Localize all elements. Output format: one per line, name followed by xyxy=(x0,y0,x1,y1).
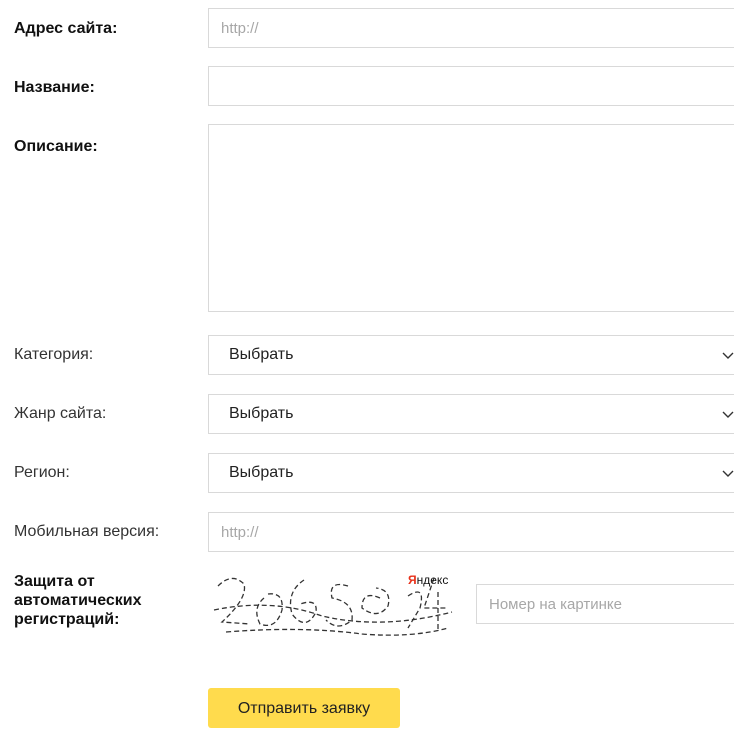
submit-button[interactable]: Отправить заявку xyxy=(208,688,400,728)
captcha-input[interactable]: Номер на картинке xyxy=(476,584,734,624)
captcha-label-line1: Защита от xyxy=(14,573,95,590)
genre-value: Выбрать xyxy=(229,405,294,422)
captcha-label: Защита от автоматических регистраций: xyxy=(14,572,142,629)
chevron-down-icon xyxy=(722,352,734,359)
category-value: Выбрать xyxy=(229,346,294,363)
chevron-down-icon xyxy=(722,411,734,418)
category-label: Категория: xyxy=(14,346,94,363)
mobile-version-input[interactable]: http:// xyxy=(208,512,734,552)
category-select[interactable]: Выбрать xyxy=(208,335,734,375)
region-select[interactable]: Выбрать xyxy=(208,453,734,493)
captcha-placeholder: Номер на картинке xyxy=(489,596,622,613)
description-label: Описание: xyxy=(14,138,98,155)
region-label: Регион: xyxy=(14,464,70,481)
description-textarea[interactable] xyxy=(208,124,734,312)
title-input[interactable] xyxy=(208,66,734,106)
captcha-label-line3: регистраций: xyxy=(14,611,120,628)
mobile-version-label: Мобильная версия: xyxy=(14,523,160,540)
site-address-placeholder: http:// xyxy=(221,20,259,37)
captcha-image: Яндекс xyxy=(213,573,453,636)
genre-label: Жанр сайта: xyxy=(14,405,107,422)
chevron-down-icon xyxy=(722,470,734,477)
captcha-label-line2: автоматических xyxy=(14,592,142,609)
title-label: Название: xyxy=(14,79,95,96)
site-address-input[interactable]: http:// xyxy=(208,8,734,48)
region-value: Выбрать xyxy=(229,464,294,481)
mobile-version-placeholder: http:// xyxy=(221,524,259,541)
genre-select[interactable]: Выбрать xyxy=(208,394,734,434)
yandex-logo: Яндекс xyxy=(408,573,448,587)
site-address-label: Адрес сайта: xyxy=(14,20,118,37)
